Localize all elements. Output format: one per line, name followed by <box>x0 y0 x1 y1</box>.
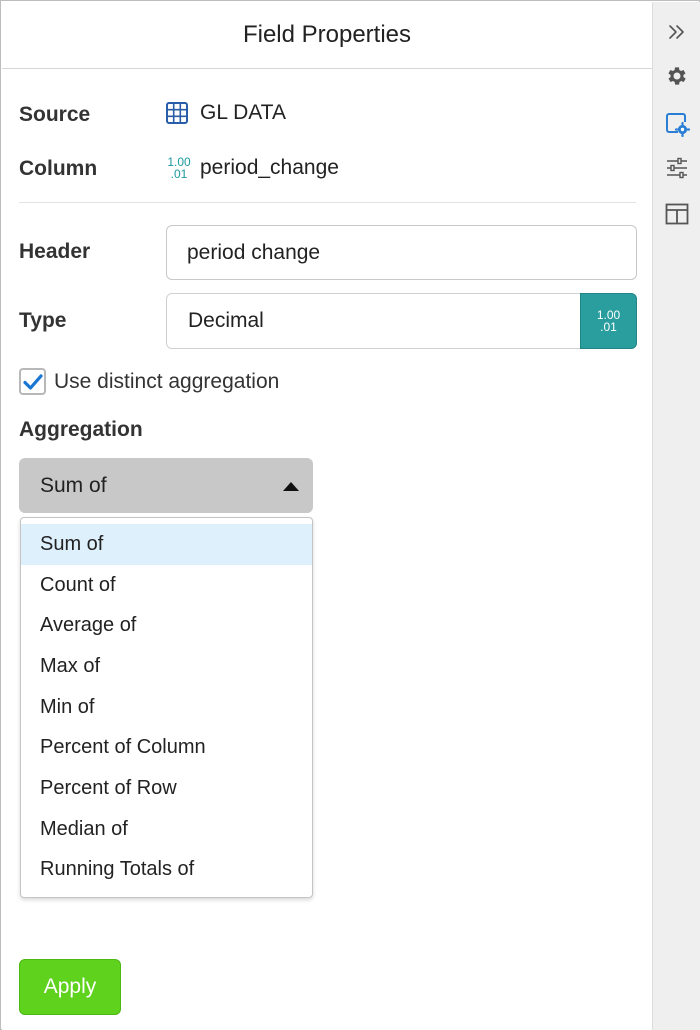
source-value: GL DATA <box>166 101 286 125</box>
distinct-aggregation-label: Use distinct aggregation <box>54 369 280 393</box>
field-settings-icon <box>666 113 690 137</box>
aggregation-selected-value: Sum of <box>40 473 107 497</box>
settings-button[interactable] <box>653 58 700 94</box>
dropdown-option[interactable]: Percent of Row <box>21 768 312 809</box>
type-icon-bottom: .01 <box>600 320 617 334</box>
dropdown-option[interactable]: Median of <box>21 809 312 850</box>
right-toolbar <box>652 2 700 1030</box>
type-value: Decimal <box>188 309 264 332</box>
collapse-panel-button[interactable] <box>653 14 700 50</box>
panel-title: Field Properties <box>242 21 412 48</box>
header-label: Header <box>19 240 91 263</box>
aggregation-label: Aggregation <box>19 418 143 441</box>
source-name: GL DATA <box>200 101 286 124</box>
dropdown-option[interactable]: Max of <box>21 646 312 687</box>
header-input[interactable] <box>166 225 637 280</box>
format-button[interactable] <box>653 150 700 186</box>
distinct-aggregation-checkbox[interactable] <box>19 368 46 395</box>
numeric-icon-bottom: .01 <box>170 167 188 181</box>
column-value: 1.00 .01 period_change <box>166 155 339 181</box>
layout-button[interactable] <box>653 196 700 232</box>
type-picker-button[interactable]: 1.00 .01 <box>580 293 637 349</box>
sliders-icon <box>667 157 687 179</box>
source-label: Source <box>19 103 91 126</box>
dropdown-option[interactable]: Sum of <box>21 524 312 565</box>
app-frame: Field Properties Source GL DATA Column 1… <box>0 0 700 1030</box>
dropdown-option[interactable]: Percent of Column <box>21 727 312 768</box>
dropdown-option[interactable]: Count of <box>21 565 312 606</box>
dropdown-option[interactable]: Average of <box>21 605 312 646</box>
dropdown-option[interactable]: Min of <box>21 687 312 728</box>
double-chevron-right-icon <box>669 25 684 39</box>
field-properties-panel: Field Properties Source GL DATA Column 1… <box>2 2 652 1030</box>
column-name: period_change <box>200 156 339 179</box>
caret-up-icon <box>283 482 299 491</box>
layout-icon <box>665 203 689 225</box>
table-grid-icon <box>166 102 188 124</box>
panel-header: Field Properties <box>2 2 652 69</box>
apply-button[interactable]: Apply <box>19 959 121 1015</box>
column-label: Column <box>19 157 98 180</box>
field-settings-button[interactable] <box>653 106 700 142</box>
type-label: Type <box>19 309 67 332</box>
distinct-aggregation-option[interactable]: Use distinct aggregation <box>19 368 279 395</box>
gear-icon <box>668 67 686 85</box>
aggregation-dropdown: Sum of Count of Average of Max of Min of… <box>20 517 313 898</box>
aggregation-select[interactable]: Sum of <box>19 458 313 513</box>
type-field[interactable]: Decimal 1.00 .01 <box>166 293 637 349</box>
dropdown-option[interactable]: Running Totals of <box>21 850 312 891</box>
divider <box>19 202 636 203</box>
checkmark-icon <box>22 373 43 390</box>
numeric-type-icon: 1.00 .01 <box>166 155 192 181</box>
